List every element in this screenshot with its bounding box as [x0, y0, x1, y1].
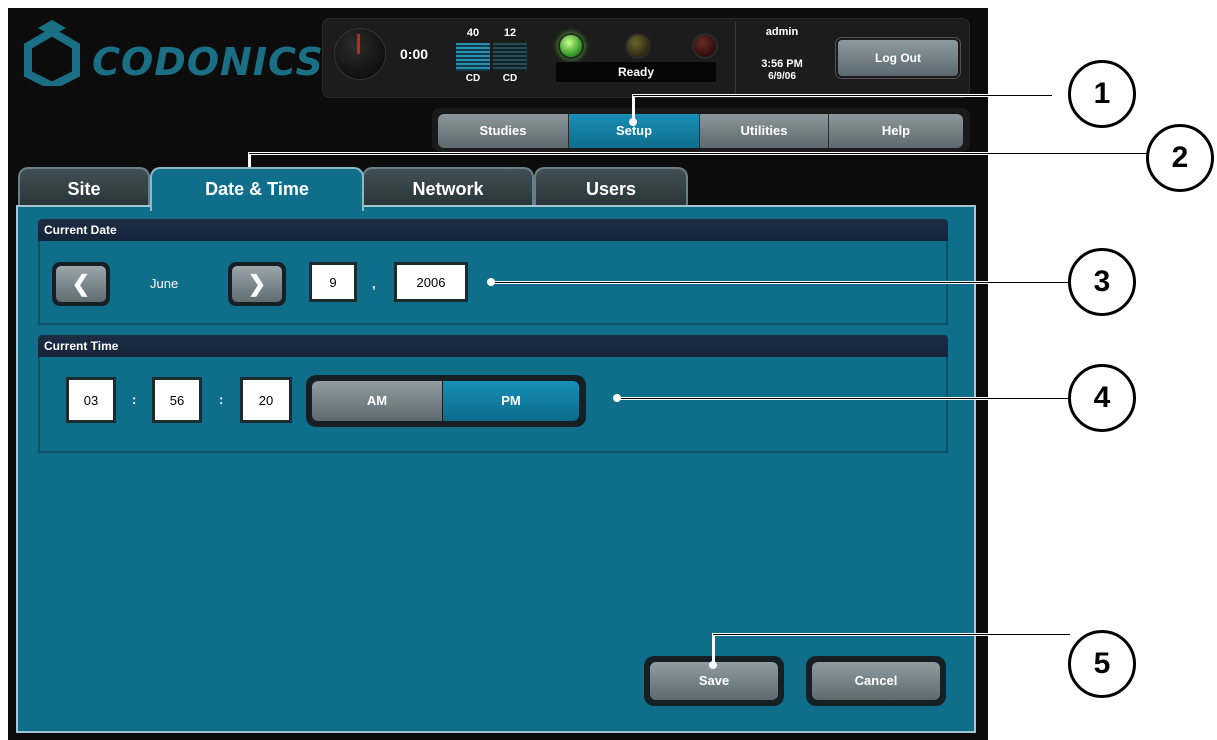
time-separator-2: :	[219, 392, 224, 407]
clock-time: 3:56 PM	[761, 58, 803, 70]
brand-name: CODONICS	[92, 40, 324, 84]
callout-5: 5	[1068, 630, 1136, 698]
current-date-heading: Current Date	[38, 219, 948, 241]
media-level-bar-2	[493, 43, 527, 71]
status-lamp-red-icon	[692, 33, 718, 59]
callout-4-leader-core	[616, 398, 1070, 399]
callout-1: 1	[1068, 60, 1136, 128]
chevron-left-icon: ❮	[56, 266, 106, 302]
next-month-button[interactable]: ❯	[228, 262, 286, 306]
media-count-1: 40	[466, 27, 480, 39]
callout-4-dot	[613, 394, 621, 402]
previous-month-button[interactable]: ❮	[52, 262, 110, 306]
date-separator: ,	[372, 276, 376, 291]
cancel-button[interactable]: Cancel	[812, 662, 940, 700]
callout-2-leader-core	[249, 153, 1148, 154]
callout-3: 3	[1068, 248, 1136, 316]
callout-3-dot	[487, 278, 495, 286]
status-lamp-green-icon	[558, 33, 584, 59]
subtab-date-time[interactable]: Date & Time	[150, 167, 364, 211]
media-count-2: 12	[503, 27, 517, 39]
current-time-heading: Current Time	[38, 335, 948, 357]
clock-date: 6/9/06	[768, 71, 796, 82]
subtab-users[interactable]: Users	[534, 167, 688, 209]
day-field[interactable]	[309, 262, 357, 302]
second-field[interactable]	[240, 377, 292, 423]
am-button[interactable]: AM	[312, 381, 443, 421]
callout-2: 2	[1146, 124, 1214, 192]
logout-button[interactable]: Log Out	[836, 38, 960, 78]
progress-dial	[334, 28, 386, 80]
callout-5-dot	[709, 661, 717, 669]
callout-3-leader-core	[490, 282, 1070, 283]
codonics-logo-icon	[24, 20, 80, 86]
subtab-network[interactable]: Network	[362, 167, 534, 209]
callout-5-leader-core	[713, 634, 1070, 635]
callout-4: 4	[1068, 364, 1136, 432]
tab-studies[interactable]: Studies	[438, 114, 569, 148]
status-divider	[735, 22, 736, 94]
printer-status-text: Ready	[556, 62, 716, 82]
media-type-2: CD	[502, 73, 518, 84]
minute-field[interactable]	[152, 377, 202, 423]
month-label: June	[150, 276, 179, 291]
subtab-site[interactable]: Site	[18, 167, 150, 209]
status-lamp-yellow-icon	[625, 33, 651, 59]
tab-help[interactable]: Help	[829, 114, 963, 148]
timer-readout: 0:00	[400, 46, 429, 62]
tab-utilities[interactable]: Utilities	[700, 114, 829, 148]
media-level-bar-1	[456, 43, 490, 71]
time-separator-1: :	[132, 392, 137, 407]
year-field[interactable]	[394, 262, 468, 302]
callout-1-leader-core	[633, 95, 1052, 96]
logged-in-user: admin	[765, 26, 799, 38]
chevron-right-icon: ❯	[232, 266, 282, 302]
hour-field[interactable]	[66, 377, 116, 423]
pm-button[interactable]: PM	[443, 381, 579, 421]
callout-1-dot	[629, 118, 637, 126]
dial-needle	[357, 34, 360, 54]
media-type-1: CD	[465, 73, 481, 84]
